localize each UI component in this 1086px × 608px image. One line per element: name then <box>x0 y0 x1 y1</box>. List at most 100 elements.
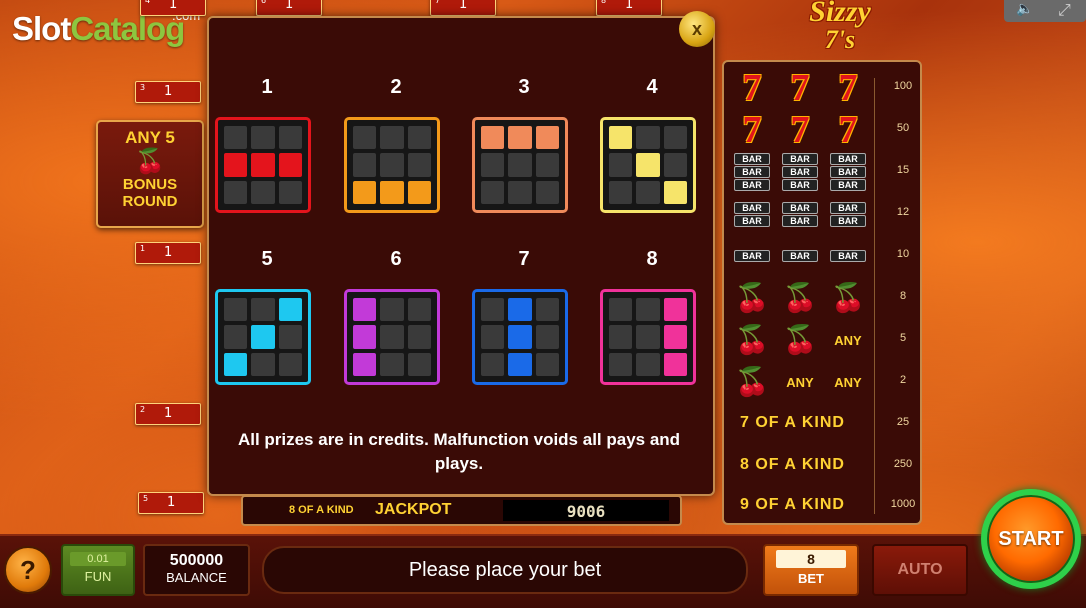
bar-symbol-icon: BAR <box>732 236 772 276</box>
payline-cell-active <box>353 325 377 349</box>
payline-cell <box>535 352 559 376</box>
line-marker-8[interactable]: 81 <box>596 0 662 16</box>
bonus-round-badge: ANY 5 🍒 BONUS ROUND <box>96 120 204 228</box>
jackpot-value: 9006 <box>566 502 606 521</box>
cherry-glyph: 🍒 <box>782 281 818 314</box>
bet-button[interactable]: 8 BET <box>763 544 859 596</box>
payline-cell <box>353 126 377 150</box>
bonus-round-label: ROUND <box>122 193 178 210</box>
payline-cell <box>481 180 505 204</box>
payline-cell-active <box>508 352 532 376</box>
payline-cell <box>278 126 302 150</box>
line-marker-5[interactable]: 51 <box>138 492 204 514</box>
line-marker-1[interactable]: 11 <box>135 242 201 264</box>
bar-glyph: BAR <box>734 153 770 165</box>
bar-glyph: BAR <box>782 179 818 191</box>
bar-glyph: BAR <box>782 153 818 165</box>
payline-cell-active <box>663 325 687 349</box>
payline-cell <box>636 180 660 204</box>
paytable-row: BAR BAR BAR BAR BAR BAR 12 <box>724 194 920 234</box>
marker-small: 3 <box>140 83 146 92</box>
fullscreen-icon[interactable]: ⤢ <box>1058 0 1071 20</box>
payout-value: 10 <box>896 248 910 260</box>
payline-cell <box>636 325 660 349</box>
payout-value: 25 <box>896 416 910 428</box>
help-button[interactable]: ? <box>4 546 52 594</box>
paytable-row: 7 7 7 50 <box>724 110 920 150</box>
payout-value: 100 <box>893 80 913 92</box>
bar-symbol-icon: BAR BAR BAR <box>732 152 772 192</box>
payline-cell <box>535 180 559 204</box>
payline-cell <box>407 325 431 349</box>
payline-number: 1 <box>261 76 273 98</box>
game-title: Sizzy 7's <box>780 0 900 54</box>
payline-cell <box>380 325 404 349</box>
payline-cell <box>636 126 660 150</box>
bar-glyph: BAR <box>734 179 770 191</box>
payline-cell-active <box>224 153 248 177</box>
payline-number: 4 <box>646 76 658 98</box>
bar-glyph: BAR <box>782 201 818 214</box>
payline-cell <box>224 180 248 204</box>
payline-cell-active <box>380 180 404 204</box>
cherry-icon: 🍒 <box>732 362 772 402</box>
close-button[interactable]: x <box>679 11 715 47</box>
payline-cell <box>508 153 532 177</box>
kind-label: 9 OF A KIND <box>740 496 845 513</box>
balance-display: 500000 BALANCE <box>143 544 250 596</box>
prizes-note: All prizes are in credits. Malfunction v… <box>237 430 681 473</box>
marker-big: 1 <box>459 0 468 12</box>
bar-glyph: BAR <box>830 250 866 262</box>
payline-cell-active <box>663 298 687 322</box>
seven-symbol-icon: 7 <box>732 68 772 108</box>
bar-glyph: BAR <box>782 214 818 227</box>
line-marker-3[interactable]: 31 <box>135 81 201 103</box>
seven-symbol-icon: 7 <box>732 110 772 150</box>
line-marker-2[interactable]: 21 <box>135 403 201 425</box>
payline-cell-active <box>224 352 248 376</box>
payline-cell-active <box>508 126 532 150</box>
payline-cell <box>609 180 633 204</box>
any-label: ANY <box>786 374 814 390</box>
payline-cell <box>251 126 275 150</box>
line-marker-4[interactable]: 41 <box>140 0 206 16</box>
speaker-icon[interactable]: 🔈 <box>1016 1 1033 17</box>
marker-small: 8 <box>601 0 607 5</box>
paytable-row: 7 OF A KIND 25 <box>724 404 920 444</box>
line-marker-6[interactable]: 61 <box>256 0 322 16</box>
marker-big: 1 <box>164 245 173 260</box>
start-button[interactable]: START <box>981 489 1081 589</box>
seven-glyph: 7 <box>838 109 858 151</box>
bet-value: 8 <box>776 550 846 568</box>
payline-cell <box>636 352 660 376</box>
balance-value: 500000 <box>169 552 224 569</box>
marker-small: 2 <box>140 405 146 414</box>
payline-number: 5 <box>261 248 273 270</box>
payline-number: 8 <box>646 248 658 270</box>
bar-symbol-icon: BAR BAR <box>828 194 868 234</box>
bar-glyph: BAR <box>734 214 770 227</box>
payout-value: 50 <box>896 122 910 134</box>
any-label: ANY <box>834 374 862 390</box>
payline-cell <box>481 298 505 322</box>
payline-cell <box>535 298 559 322</box>
payline-cell <box>251 352 275 376</box>
status-message: Please place your bet <box>262 546 748 594</box>
payline-cell-active <box>663 352 687 376</box>
line-marker-7[interactable]: 71 <box>430 0 496 16</box>
payline-diagram-2 <box>344 117 440 213</box>
payline-cell <box>609 298 633 322</box>
bar-glyph: BAR <box>830 153 866 165</box>
payline-cell <box>609 352 633 376</box>
kind-label: 8 OF A KIND <box>740 456 845 473</box>
payline-cell <box>407 126 431 150</box>
balance-label: BALANCE <box>166 570 227 585</box>
bar-symbol-icon: BAR BAR BAR <box>780 152 820 192</box>
payline-diagram-8 <box>600 289 696 385</box>
auto-button[interactable]: AUTO <box>872 544 968 596</box>
bonus-label: BONUS <box>122 176 178 193</box>
payline-cell <box>535 153 559 177</box>
paytable: 7 7 7 100 7 7 7 50 BAR BAR BAR BAR BAR BAR BAR BAR BAR 15… <box>722 60 922 525</box>
marker-big: 1 <box>167 495 176 510</box>
fun-coin-button[interactable]: 0.01 FUN <box>61 544 135 596</box>
